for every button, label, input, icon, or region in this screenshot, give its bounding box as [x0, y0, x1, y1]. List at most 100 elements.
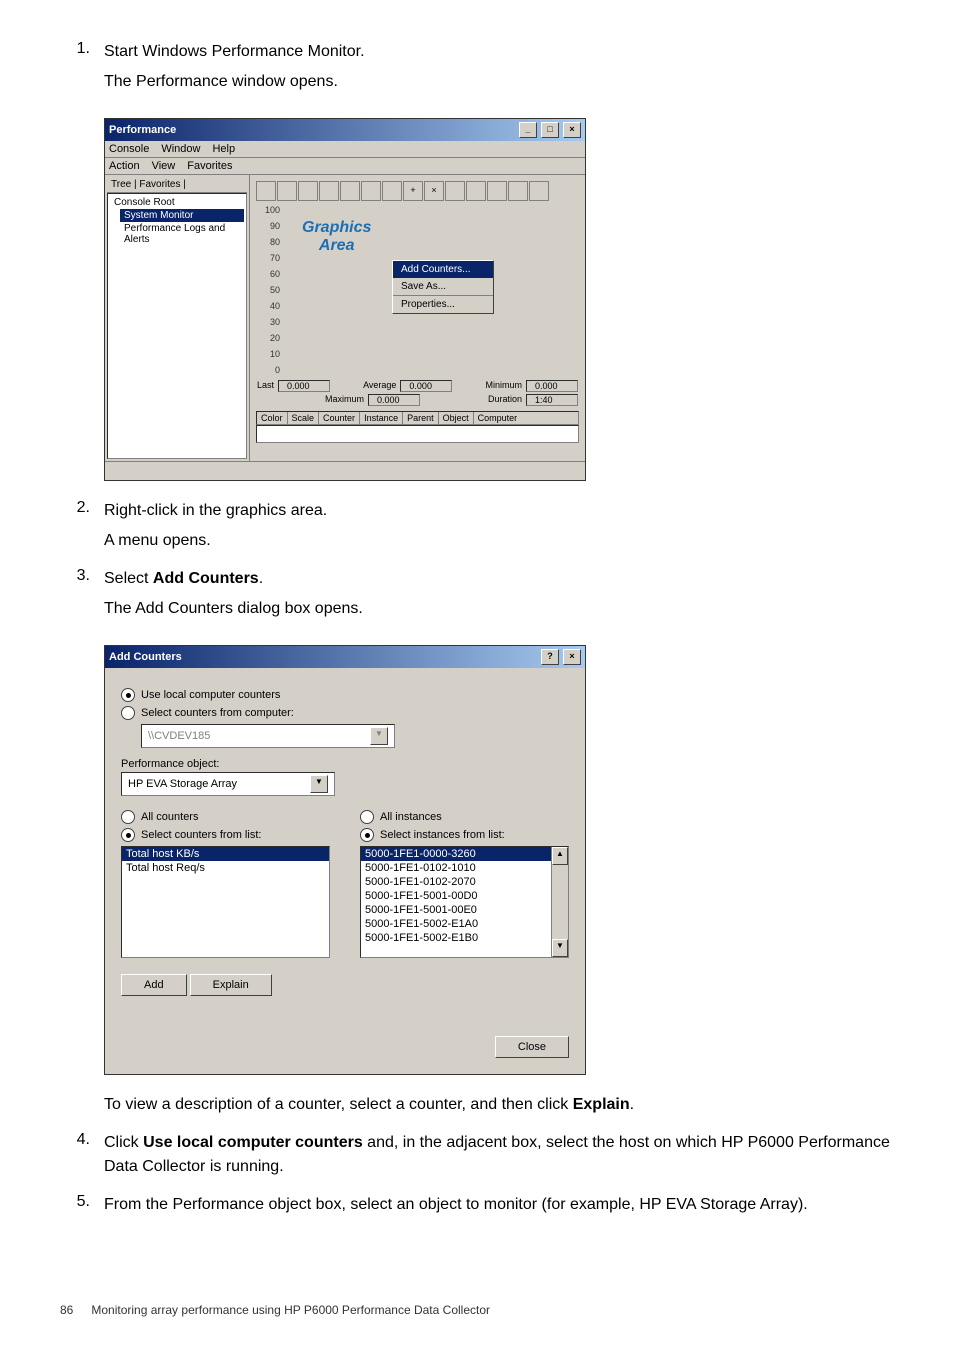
counter-list-empty: [256, 425, 579, 443]
computer-field[interactable]: \\CVDEV185 ▼: [141, 724, 395, 748]
gt-btn[interactable]: [340, 181, 360, 201]
close-icon[interactable]: ×: [563, 122, 581, 138]
ytick: 90: [256, 221, 280, 231]
window-title: Performance: [109, 124, 176, 136]
radio-select-counters-row[interactable]: Select counters from list:: [121, 828, 330, 842]
hdr-scale[interactable]: Scale: [288, 412, 320, 424]
menu-bar-2: Action View Favorites: [105, 158, 585, 175]
context-properties[interactable]: Properties...: [393, 295, 493, 313]
tree-tabs[interactable]: Tree | Favorites |: [107, 177, 247, 193]
radio-local[interactable]: [121, 688, 135, 702]
gt-btn[interactable]: [487, 181, 507, 201]
gt-btn[interactable]: [529, 181, 549, 201]
help-icon[interactable]: ?: [541, 649, 559, 665]
explain-line: To view a description of a counter, sele…: [104, 1093, 894, 1117]
list-item[interactable]: 5000-1FE1-0000-3260: [361, 847, 568, 861]
maximize-icon[interactable]: □: [541, 122, 559, 138]
list-item[interactable]: 5000-1FE1-5002-E1B0: [361, 931, 568, 945]
radio-select-counters-label: Select counters from list:: [141, 829, 261, 841]
context-add-counters[interactable]: Add Counters...: [393, 261, 493, 278]
close-button[interactable]: Close: [495, 1036, 569, 1058]
menu-window[interactable]: Window: [161, 143, 200, 155]
radio-all-counters[interactable]: [121, 810, 135, 824]
tree-logs-alerts[interactable]: Performance Logs and Alerts: [120, 222, 244, 246]
list-item[interactable]: 5000-1FE1-5001-00E0: [361, 903, 568, 917]
gt-btn[interactable]: [466, 181, 486, 201]
gt-btn[interactable]: [382, 181, 402, 201]
stat-avg-value: 0.000: [400, 380, 452, 392]
hdr-color[interactable]: Color: [257, 412, 288, 424]
gt-btn[interactable]: [277, 181, 297, 201]
radio-select-counters[interactable]: [121, 828, 135, 842]
explain-button[interactable]: Explain: [190, 974, 272, 996]
instances-listbox[interactable]: 5000-1FE1-0000-3260 5000-1FE1-0102-1010 …: [360, 846, 569, 958]
menu-console[interactable]: Console: [109, 143, 149, 155]
chevron-down-icon[interactable]: ▼: [310, 775, 328, 793]
radio-local-row[interactable]: Use local computer counters: [121, 688, 569, 702]
menu-view[interactable]: View: [152, 160, 176, 172]
radio-select-computer-row[interactable]: Select counters from computer:: [121, 706, 569, 720]
gt-btn[interactable]: ×: [424, 181, 444, 201]
graphics-label-1: Graphics: [302, 219, 371, 237]
graph-toolbar: +×: [256, 181, 579, 201]
radio-all-counters-row[interactable]: All counters: [121, 810, 330, 824]
menu-help[interactable]: Help: [212, 143, 235, 155]
counters-listbox[interactable]: Total host KB/s Total host Req/s: [121, 846, 330, 958]
hdr-computer[interactable]: Computer: [474, 412, 578, 424]
graph-panel: +× 100 90 80 70 60 50 40 30 20: [250, 175, 585, 461]
hdr-parent[interactable]: Parent: [403, 412, 439, 424]
radio-all-instances[interactable]: [360, 810, 374, 824]
list-item[interactable]: Total host KB/s: [122, 847, 329, 861]
radio-all-instances-row[interactable]: All instances: [360, 810, 569, 824]
scroll-down-icon[interactable]: ▼: [552, 939, 568, 957]
list-item[interactable]: Total host Req/s: [122, 861, 329, 875]
gt-btn[interactable]: [445, 181, 465, 201]
performance-body: Tree | Favorites | Console Root System M…: [105, 175, 585, 461]
close-row: Close: [121, 1036, 569, 1058]
radio-select-computer[interactable]: [121, 706, 135, 720]
ytick: 80: [256, 237, 280, 247]
tree-system-monitor[interactable]: System Monitor: [120, 209, 244, 222]
chart-plot[interactable]: Graphics Area Add Counters... Save As...…: [282, 205, 575, 375]
scroll-up-icon[interactable]: ▲: [552, 847, 568, 865]
hdr-counter[interactable]: Counter: [319, 412, 360, 424]
list-item[interactable]: 5000-1FE1-0102-1010: [361, 861, 568, 875]
explain-body: To view a description of a counter, sele…: [104, 1093, 894, 1123]
gt-btn[interactable]: [361, 181, 381, 201]
stats-row-1: Last0.000 Average0.000 Minimum0.000: [256, 379, 579, 393]
list-item[interactable]: 5000-1FE1-0102-2070: [361, 875, 568, 889]
list-item[interactable]: 5000-1FE1-5002-E1A0: [361, 917, 568, 931]
tree-root[interactable]: Console Root: [110, 196, 244, 209]
perf-object-combo[interactable]: HP EVA Storage Array ▼: [121, 772, 335, 796]
scrollbar[interactable]: ▲ ▼: [551, 847, 568, 957]
stat-dur-label: Duration: [488, 394, 522, 406]
close-icon[interactable]: ×: [563, 649, 581, 665]
stats-row-2: Maximum0.000 Duration1:40: [256, 393, 579, 407]
gt-btn[interactable]: [256, 181, 276, 201]
gt-btn[interactable]: +: [403, 181, 423, 201]
list-item[interactable]: 5000-1FE1-5001-00D0: [361, 889, 568, 903]
menu-action[interactable]: Action: [109, 160, 140, 172]
stat-max-label: Maximum: [325, 394, 364, 406]
hdr-instance[interactable]: Instance: [360, 412, 403, 424]
explain-bold: Explain: [573, 1096, 630, 1113]
step-3: 3. Select Add Counters. The Add Counters…: [60, 567, 894, 627]
radio-select-instances-row[interactable]: Select instances from list:: [360, 828, 569, 842]
page-number: 86: [60, 1303, 73, 1317]
gt-btn[interactable]: [319, 181, 339, 201]
menu-favorites[interactable]: Favorites: [187, 160, 232, 172]
step-4-number: 4.: [60, 1131, 104, 1185]
radio-select-instances[interactable]: [360, 828, 374, 842]
gt-btn[interactable]: [298, 181, 318, 201]
context-save-as[interactable]: Save As...: [393, 278, 493, 295]
tree-list[interactable]: Console Root System Monitor Performance …: [107, 193, 247, 459]
counter-headers: Color Scale Counter Instance Parent Obje…: [256, 411, 579, 425]
gt-btn[interactable]: [508, 181, 528, 201]
minimize-icon[interactable]: _: [519, 122, 537, 138]
add-button[interactable]: Add: [121, 974, 187, 996]
step-3-body: Select Add Counters. The Add Counters di…: [104, 567, 894, 627]
chart-area[interactable]: 100 90 80 70 60 50 40 30 20 10 0: [256, 205, 579, 375]
chevron-down-icon[interactable]: ▼: [370, 727, 388, 745]
ytick: 0: [256, 365, 280, 375]
hdr-object[interactable]: Object: [439, 412, 474, 424]
